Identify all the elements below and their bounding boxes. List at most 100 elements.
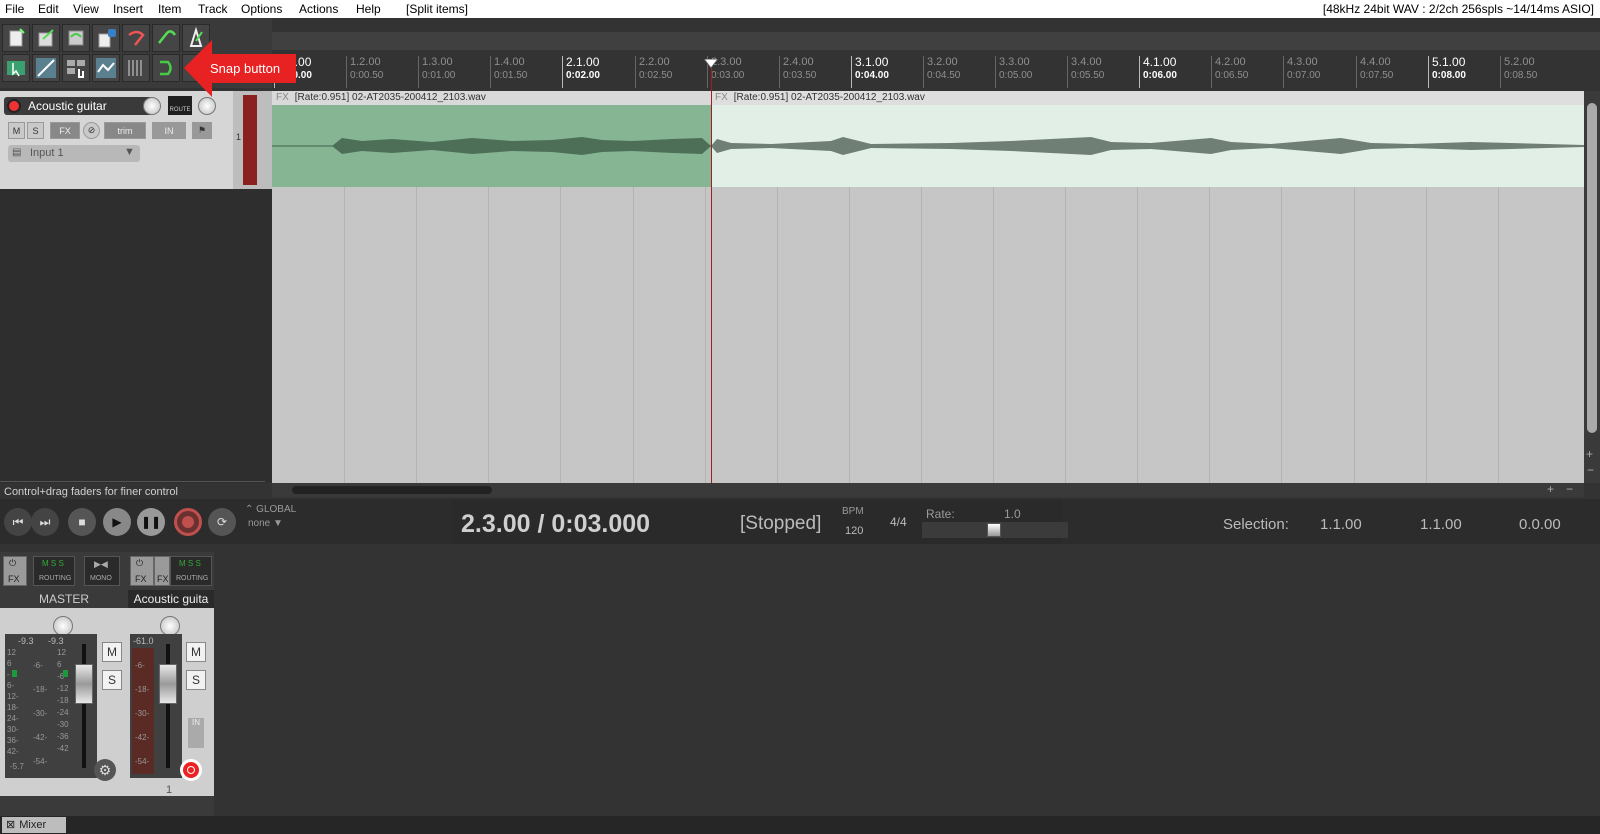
menu-file[interactable]: File xyxy=(5,2,24,16)
master-mute-button[interactable]: M xyxy=(102,642,122,662)
track-strip-fx2-button[interactable]: FX xyxy=(154,556,170,586)
new-project-button[interactable] xyxy=(2,24,30,52)
volume-knob[interactable] xyxy=(143,97,161,115)
timeline-ruler[interactable]: 1.1.000:00.001.2.000:00.501.3.000:01.001… xyxy=(272,56,1584,91)
menu-track[interactable]: Track xyxy=(198,2,228,16)
track-name-field[interactable]: Acoustic guitar xyxy=(4,97,154,115)
horizontal-scrollbar[interactable]: + − xyxy=(272,482,1584,497)
track-control-panel[interactable]: Acoustic guitar ROUTE M S FX ⊘ trim IN ⚑… xyxy=(0,91,233,189)
mixer-tab[interactable]: ⊠ Mixer xyxy=(2,817,66,833)
selection-start[interactable]: 1.1.00 xyxy=(1320,516,1362,533)
open-project-button[interactable] xyxy=(32,24,60,52)
playrate-slider-handle[interactable] xyxy=(987,523,1001,537)
item-grouping-button[interactable] xyxy=(2,54,30,82)
time-signature[interactable]: 4/4 xyxy=(890,515,907,529)
global-value: none xyxy=(248,518,271,529)
power-icon: ⏻ xyxy=(9,558,17,568)
record-button[interactable] xyxy=(174,508,202,536)
zoom-in-icon[interactable]: + xyxy=(1586,447,1593,461)
input-selector[interactable]: ▤ Input 1 ▼ xyxy=(8,145,140,162)
auto-crossfade-button[interactable] xyxy=(62,54,90,82)
track-strip-mute-button[interactable]: M xyxy=(186,642,206,662)
rate-value[interactable]: 1.0 xyxy=(1004,507,1021,521)
save-project-button[interactable] xyxy=(62,24,90,52)
trim-button[interactable]: trim xyxy=(104,122,146,139)
redo-button[interactable] xyxy=(152,24,180,52)
menu-options[interactable]: Options xyxy=(241,2,282,16)
h-zoom-out-icon[interactable]: − xyxy=(1566,482,1573,496)
ruler-label: 4.1.00 0:06.00 xyxy=(1139,56,1177,88)
menu-view[interactable]: View xyxy=(73,2,99,16)
meter-scale-tick: -18 xyxy=(57,696,69,705)
stop-button[interactable]: ■ xyxy=(68,508,96,536)
route-button[interactable]: ROUTE xyxy=(168,96,192,115)
selection-length[interactable]: 0.0.00 xyxy=(1519,516,1561,533)
master-meter: -9.3 -9.3 12 6-6- 12- 18- 24- 30- 36- 42- -6- -1… xyxy=(5,634,97,778)
input-monitor-button[interactable]: IN xyxy=(152,122,186,139)
go-to-start-button[interactable]: ⏮ xyxy=(4,508,32,536)
settings-gear-icon[interactable]: ⚙ xyxy=(94,759,116,781)
mute-button[interactable]: M xyxy=(8,122,25,139)
play-button[interactable]: ▶ xyxy=(103,508,131,536)
master-fader[interactable] xyxy=(75,664,93,704)
audio-device-status[interactable]: [48kHz 24bit WAV : 2/2ch 256spls ~14/14m… xyxy=(1323,2,1594,16)
menu-item[interactable]: Item xyxy=(158,2,181,16)
ripple-edit-button[interactable] xyxy=(32,54,60,82)
menu-help[interactable]: Help xyxy=(356,2,381,16)
master-pan-knob[interactable] xyxy=(53,616,73,636)
menu-actions[interactable]: Actions xyxy=(299,2,338,16)
master-routing-button[interactable]: M S S ROUTING xyxy=(33,556,75,586)
track-strip-in-button[interactable]: IN xyxy=(188,718,204,748)
track-strip-meter: -61.0 -6- -18- -30- -42- -54- xyxy=(130,634,182,778)
ruler-bar-label: 3.4.00 xyxy=(1071,56,1102,68)
master-mono-button[interactable]: ▶◀ MONO xyxy=(84,556,120,586)
ruler-label: 5.2.00 0:08.50 xyxy=(1500,56,1537,88)
close-icon[interactable]: ⊠ xyxy=(6,819,15,831)
project-settings-button[interactable] xyxy=(92,24,120,52)
track-strip-fx-button[interactable]: ⏻ FX xyxy=(130,556,154,586)
solo-button[interactable]: S xyxy=(27,122,44,139)
arrange-view[interactable]: FX [Rate:0.951] 02-AT2035-200412_2103.wav… xyxy=(272,91,1584,483)
track-strip-name[interactable]: Acoustic guita xyxy=(128,590,214,608)
track-strip-solo-button[interactable]: S xyxy=(186,670,206,690)
repeat-button[interactable]: ⟳ xyxy=(208,508,236,536)
position-display[interactable]: 2.3.00 / 0:03.000 xyxy=(461,510,650,539)
undo-button[interactable] xyxy=(122,24,150,52)
ruler-bar-label: 4.3.00 xyxy=(1287,56,1318,68)
media-item-left[interactable]: FX [Rate:0.951] 02-AT2035-200412_2103.wav xyxy=(272,91,711,187)
menu-edit[interactable]: Edit xyxy=(38,2,59,16)
item-header[interactable]: FX [Rate:0.951] 02-AT2035-200412_2103.wav xyxy=(711,91,1584,105)
media-item-right[interactable]: FX [Rate:0.951] 02-AT2035-200412_2103.wav xyxy=(711,91,1584,187)
fx-button[interactable]: FX xyxy=(50,122,80,139)
master-solo-button[interactable]: S xyxy=(102,670,122,690)
edit-cursor[interactable] xyxy=(711,59,712,483)
item-header[interactable]: FX [Rate:0.951] 02-AT2035-200412_2103.wav xyxy=(272,91,711,105)
envelope-button[interactable] xyxy=(92,54,120,82)
go-to-end-button[interactable]: ⏭ xyxy=(31,508,59,536)
horizontal-scroll-thumb[interactable] xyxy=(292,486,492,494)
track-strip-fader[interactable] xyxy=(159,664,177,704)
track-strip-routing-button[interactable]: M S S ROUTING xyxy=(170,556,212,586)
snap-button[interactable] xyxy=(152,54,180,82)
record-arm-icon[interactable] xyxy=(7,99,21,113)
pause-button[interactable]: ❚❚ xyxy=(137,508,165,536)
master-fx-button[interactable]: ⏻ FX xyxy=(3,556,27,586)
phase-button[interactable]: ⊘ xyxy=(83,122,100,139)
grid-button[interactable] xyxy=(122,54,150,82)
pan-knob[interactable] xyxy=(198,97,216,115)
selection-end[interactable]: 1.1.00 xyxy=(1420,516,1462,533)
playrate-slider[interactable] xyxy=(922,522,1068,538)
vertical-scrollbar[interactable]: + − xyxy=(1584,91,1600,483)
global-automation-select[interactable]: none ▼ xyxy=(248,518,283,529)
record-mode-button[interactable]: ⚑ xyxy=(192,122,212,139)
meter-scale-tick: 12 xyxy=(57,648,66,657)
track-strip-pan-knob[interactable] xyxy=(160,616,180,636)
playhead-marker-icon[interactable] xyxy=(704,59,719,69)
h-zoom-in-icon[interactable]: + xyxy=(1547,482,1554,496)
menu-insert[interactable]: Insert xyxy=(113,2,143,16)
zoom-out-icon[interactable]: − xyxy=(1587,463,1594,477)
meter-scale-tick: -30- xyxy=(33,709,48,718)
track-strip-record-arm-button[interactable] xyxy=(180,759,202,781)
vertical-scroll-thumb[interactable] xyxy=(1587,103,1597,433)
bpm-value[interactable]: 120 xyxy=(845,525,863,537)
